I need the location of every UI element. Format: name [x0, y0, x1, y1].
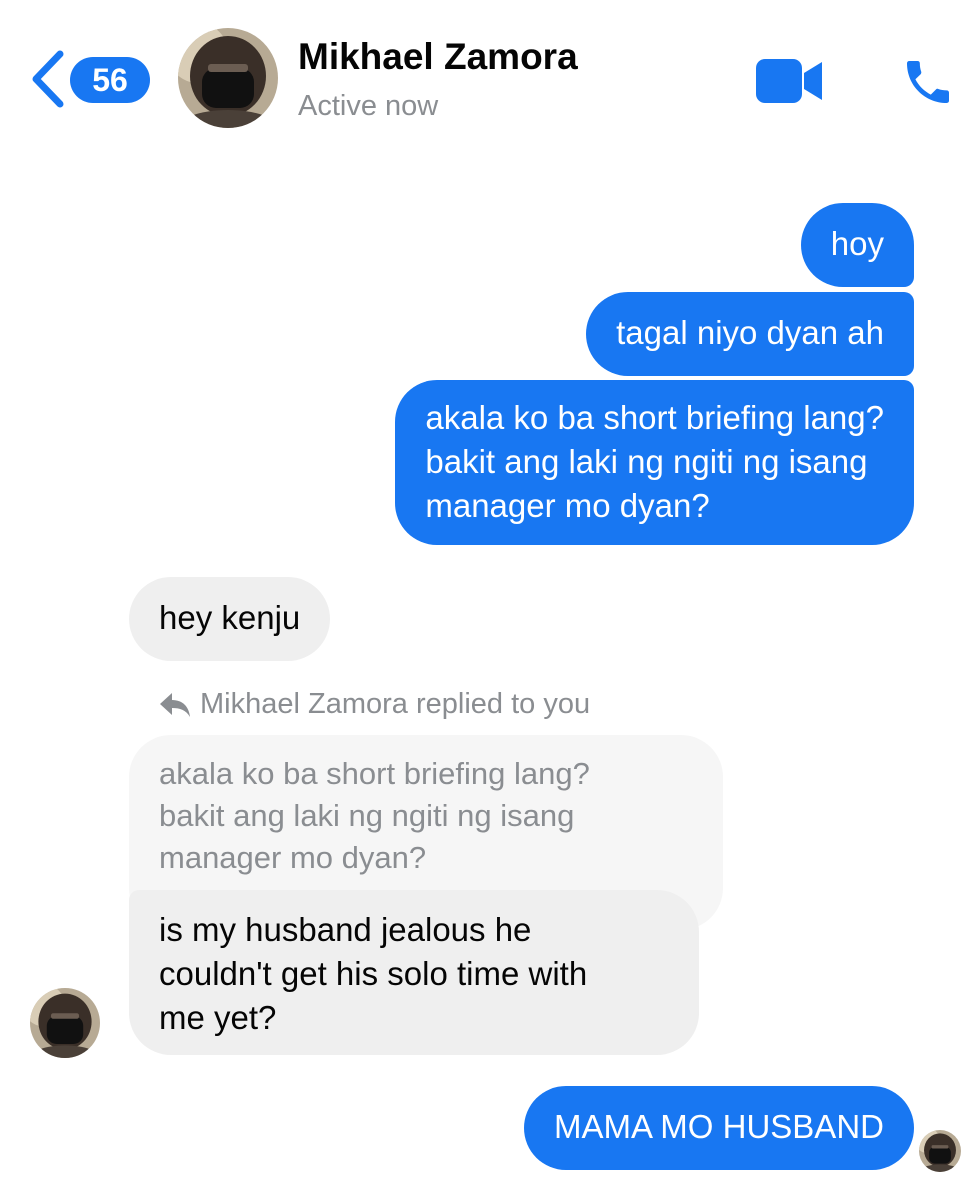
quoted-line: akala ko ba short briefing lang?	[159, 756, 590, 791]
chevron-left-icon	[32, 50, 64, 108]
avatar-image	[178, 28, 278, 128]
reply-arrow-icon	[160, 692, 190, 717]
avatar-image	[919, 1130, 961, 1172]
message-line: couldn't get his solo time with	[159, 955, 588, 992]
outgoing-message[interactable]: hoy	[800, 203, 914, 287]
seen-avatar	[919, 1130, 961, 1172]
outgoing-message[interactable]: MAMA MO HUSBAND	[523, 1086, 914, 1170]
reply-indicator: Mikhael Zamora replied to you	[158, 688, 590, 721]
video-call-button[interactable]	[754, 56, 824, 106]
message-line: me yet?	[159, 999, 277, 1036]
avatar-image	[30, 988, 100, 1058]
message-line: bakit ang laki ng ngiti ng isang	[425, 443, 868, 480]
unread-count-badge[interactable]: 56	[70, 57, 150, 103]
active-status: Active now	[298, 90, 439, 122]
outgoing-message[interactable]: tagal niyo dyan ah	[586, 292, 914, 376]
incoming-message[interactable]: hey kenju	[129, 577, 331, 661]
sender-avatar[interactable]	[30, 988, 100, 1058]
message-line: is my husband jealous he	[159, 911, 532, 948]
incoming-message[interactable]: is my husband jealous he couldn't get hi…	[129, 890, 699, 1055]
contact-avatar[interactable]	[178, 28, 278, 128]
video-camera-icon	[756, 59, 822, 103]
phone-icon	[907, 61, 949, 103]
quoted-line: manager mo dyan?	[159, 840, 427, 875]
message-line: manager mo dyan?	[425, 487, 710, 524]
audio-call-button[interactable]	[900, 54, 956, 110]
back-button[interactable]	[28, 50, 68, 108]
contact-name[interactable]: Mikhael Zamora	[298, 36, 578, 78]
outgoing-message[interactable]: akala ko ba short briefing lang? bakit a…	[395, 380, 914, 545]
quoted-line: bakit ang laki ng ngiti ng isang	[159, 798, 575, 833]
message-line: akala ko ba short briefing lang?	[425, 399, 884, 436]
reply-header-text: Mikhael Zamora replied to you	[200, 688, 591, 720]
